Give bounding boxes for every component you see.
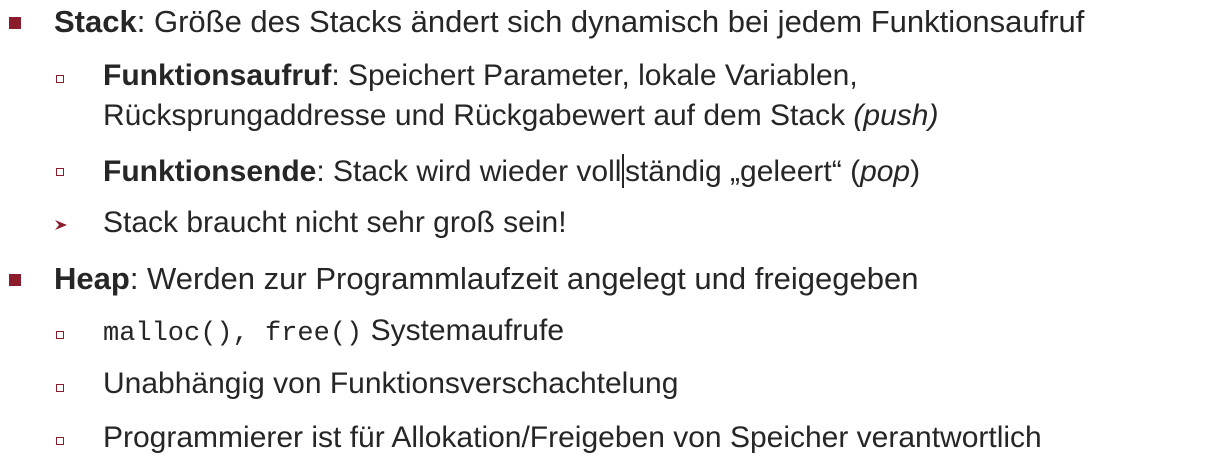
arrowhead-bullet-icon [55, 220, 67, 230]
heap-description: : Werden zur Programmlaufzeit angelegt u… [129, 261, 919, 296]
function-end-term: Funktionsende [103, 155, 317, 188]
syscalls-text: Systemaufrufe [362, 314, 565, 347]
syscalls-item: malloc(), free() Systemaufrufe [103, 316, 564, 348]
hollow-square-bullet-icon [56, 384, 64, 392]
slide: Stack: Größe des Stacks ändert sich dyna… [0, 0, 1205, 461]
function-call-description-line1: : Speichert Parameter, lokale Variablen, [331, 59, 858, 92]
syscalls-separator: , [232, 319, 266, 349]
free-code: free() [265, 319, 363, 349]
function-call-description-line2: Rücksprungaddresse und Rückgabewert auf … [103, 99, 854, 132]
function-call-item-line2: Rücksprungaddresse und Rückgabewert auf … [103, 101, 938, 131]
hollow-square-bullet-icon [56, 437, 64, 445]
responsibility-item: Programmierer ist für Allokation/Freigeb… [103, 421, 1042, 454]
independent-item: Unabhängig von Funktionsverschachtelung [103, 367, 679, 400]
hollow-square-bullet-icon [56, 331, 64, 339]
stack-item: Stack: Größe des Stacks ändert sich dyna… [54, 6, 1084, 37]
heap-term: Heap [54, 261, 130, 296]
function-end-item: Funktionsende: Stack wird wieder voll stä… [103, 154, 920, 188]
filled-square-bullet-icon [9, 274, 21, 286]
function-end-text-c: ) [910, 155, 921, 188]
hollow-square-bullet-icon [56, 75, 64, 83]
hollow-square-bullet-icon [56, 168, 64, 176]
function-end-text-a: : Stack wird wieder voll [316, 155, 622, 188]
filled-square-bullet-icon [9, 17, 21, 29]
function-end-text-b: ständig „geleert“ ( [624, 155, 861, 188]
stack-size-note: Stack braucht nicht sehr groß sein! [103, 206, 567, 239]
pop-note: pop [860, 155, 911, 188]
stack-term: Stack [54, 4, 137, 39]
heap-item: Heap: Werden zur Programmlaufzeit angele… [54, 263, 918, 294]
stack-description: : Größe des Stacks ändert sich dynamisch… [136, 4, 1085, 39]
malloc-code: malloc() [103, 319, 233, 349]
text-cursor [622, 154, 624, 188]
function-call-item-line1: Funktionsaufruf: Speichert Parameter, lo… [103, 61, 858, 91]
function-call-term: Funktionsaufruf [103, 59, 332, 92]
push-note: (push) [853, 99, 939, 132]
